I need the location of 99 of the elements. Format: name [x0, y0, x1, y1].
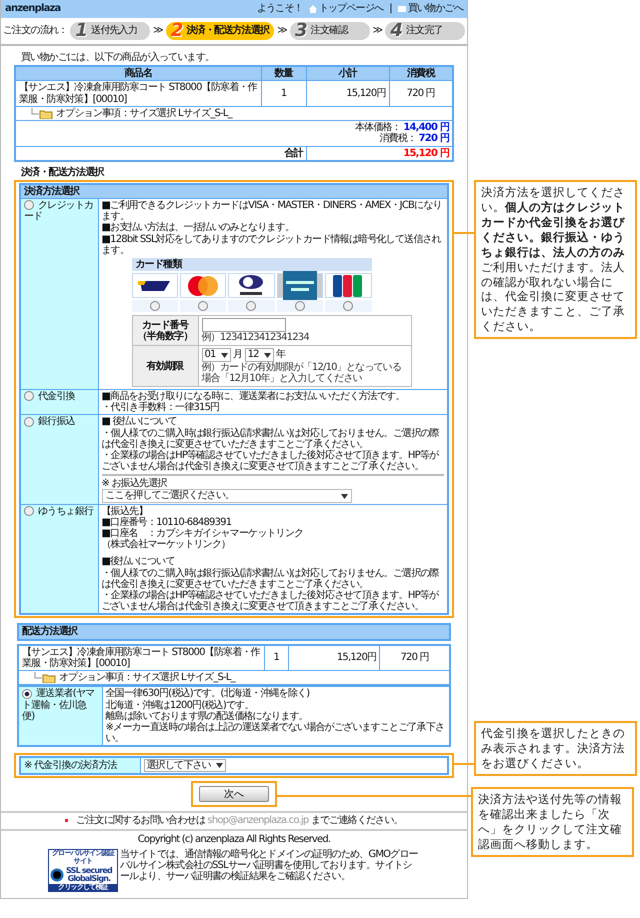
product-name-cell: 【サンエス】冷凍倉庫用防寒コート ST8000【防寒着・作業服・防寒対策】[00010]: [15, 80, 261, 106]
shipping-header: 配送方法選択: [17, 623, 451, 641]
column-header: 商品名: [15, 66, 261, 81]
transfer-select[interactable]: ここを押してご選択ください。: [102, 489, 352, 503]
tree-folder-icon: [31, 108, 53, 119]
quantity-cell: 1: [264, 644, 289, 670]
shipping-info-text: ※メーカー直送時の場合は上記の運送業者でない場合がございますことご了承下さい。: [106, 722, 446, 744]
cod-method-label: ※ 代金引換の決済方法: [20, 757, 140, 774]
tree-folder-icon: [34, 672, 56, 683]
step-separator: ≫: [277, 25, 287, 37]
caret-icon: [220, 352, 228, 358]
payment-info-text: （株式会社マーケットリンク）: [102, 539, 232, 550]
subtotal-cell: 15,120円: [306, 80, 390, 106]
order-flow-label: ご注文の流れ：: [3, 25, 68, 37]
tax-cell: 720 円: [389, 80, 453, 106]
next-button[interactable]: 次へ: [199, 786, 269, 802]
card-radio[interactable]: [246, 301, 256, 312]
product-name-cell: 【サンエス】冷凍倉庫用防寒コート ST8000【防寒着・作業服・防寒対策】[00010]: [18, 644, 264, 670]
total-label: 消費税：: [379, 133, 416, 144]
cod-method-select[interactable]: 選択して下さい: [144, 759, 226, 772]
step-separator: ≫: [372, 25, 382, 37]
card-logo-icon: [282, 270, 317, 301]
column-header: 数量: [261, 66, 306, 81]
card-type-header: カード種類: [132, 258, 372, 272]
total-label: 本体価格：: [354, 122, 401, 134]
card-logo-icon: [186, 274, 220, 297]
month-unit: 月: [233, 349, 242, 360]
link-divider: |: [389, 3, 392, 15]
ssl-text: 当サイトでは、通信情報の暗号化とドメインの証明のため、GMOグローバルサイン株式会社のSSLサーバ証明書を使用しております。サイトシールより、サーバ証明書の検証結果をご確認ください。: [120, 848, 419, 884]
payment-info-text: ■口座番号：10110-68489391: [102, 516, 232, 528]
column-header: 小計: [306, 66, 390, 81]
carrier-option[interactable]: 運送業者(ヤマト運輸・佐川急便): [18, 686, 102, 746]
card-logo-icon: [332, 274, 364, 297]
welcome-text: ようこそ！: [256, 3, 303, 15]
payment-info-text: ・企業様の場合はHP等確認させていただきました後対応させて頂きます。HP等がございません場合は代金引き換えに変更させて頂きますことご了承ください。: [102, 450, 440, 472]
transfer-select-label: ※ お振込先選択: [102, 478, 168, 490]
payment-info-text: 【振込先】: [102, 506, 149, 517]
card-number-label: カード番号（半角数字）: [132, 316, 198, 346]
year-unit: 年: [276, 349, 286, 360]
cart-intro: 買い物かごには、以下の商品が入っています。: [21, 52, 216, 64]
card-logo-icon: [138, 278, 172, 293]
caret-icon: [340, 494, 348, 499]
payment-header: 決済方法選択: [20, 184, 448, 199]
payment-info-text: ■128bit SSL対応をしてありますのでクレジットカード情報は暗号化して送信されます。: [102, 234, 442, 256]
payment-info-text: ・個人様でのご購入時は銀行振込(請求書払い)は対応しておりません。ご選択の際は代金引き換えに変更させていただきますことご了承ください。: [102, 428, 440, 450]
payment-option[interactable]: 代金引換: [20, 389, 98, 415]
subtotal-cell: 15,120円: [288, 644, 380, 670]
shipping-info-text: 離島は除いております県の配送価格になります。: [106, 710, 309, 722]
payment-info-text: ■ご利用できるクレジットカードはVISA・MASTER・DINERS・AMEX・JCBになります。: [102, 200, 443, 222]
eye-icon: [50, 868, 64, 882]
shipping-info-text: 全国一律630円(税込)です。(北海道・沖縄を除く): [106, 688, 310, 700]
expiry-hint: 例）カードの有効期限が「12/10」となっている場合「12月10年」と入力してください: [202, 362, 402, 384]
month-select[interactable]: 01: [202, 348, 231, 362]
grand-total-value: 15,120 円: [306, 146, 453, 161]
payment-info-text: ■ 後払いについて: [102, 416, 178, 428]
column-header: 消費税: [389, 66, 453, 81]
callout-note: 代金引換を選択したときのみ表示されます。決済方法をお選びください。: [474, 721, 637, 776]
year-select[interactable]: 12: [244, 348, 274, 362]
payment-info-text: ・企業様の場合はHP等確認させていただきました後対応させて頂きます。HP等がございません場合は代金引き換えに変更させて頂きますことご了承ください。: [102, 590, 440, 612]
card-radio[interactable]: [150, 301, 160, 312]
caret-icon: [264, 352, 271, 358]
payment-info-text: ・個人様でのご購入時は銀行振込(請求書払い)は対応しておりません。ご選択の際は代金引き換えに変更させていただきますことご了承ください。: [102, 568, 440, 590]
tax-cell: 720 円: [380, 644, 450, 670]
order-step: 4 注文完了: [385, 22, 465, 40]
order-step: 3 注文確認: [290, 22, 370, 40]
top-page-link[interactable]: トップページへ: [308, 3, 384, 15]
payment-info-text: ・代引き手数料：一律315円: [102, 402, 220, 414]
total-value: 14,400 円: [403, 122, 449, 134]
grand-total-label: 合計: [15, 146, 306, 161]
order-step: 1 送付先入力: [70, 22, 150, 40]
option-text: オプション事項：サイズ選択 Lサイズ_S-L_: [56, 108, 232, 119]
card-number-field[interactable]: [202, 318, 286, 332]
section-title: 決済・配送方法選択: [21, 166, 106, 178]
callout-note: 決済方法や送付先等の情報を確認出来ましたら「次へ」をクリックして注文確認画面へ移動します。: [471, 787, 634, 858]
shipping-info-text: 北海道・沖縄は1200円(税込)です。: [106, 700, 255, 711]
card-radio[interactable]: [343, 301, 354, 312]
quantity-cell: 1: [261, 80, 306, 106]
card-number-hint: 例）1234123412341234: [202, 332, 310, 344]
payment-info-text: ■後払いについて: [102, 556, 176, 568]
total-value: 720 円: [418, 133, 449, 144]
payment-option[interactable]: ゆうちょ銀行: [20, 504, 98, 614]
copyright-text: Copyright (c) anzenplaza All Rights Reserved.: [136, 834, 332, 845]
payment-info-text: ■商品をお受け取りになる時に、運送業者にお支払いいただく方法です。: [102, 390, 406, 402]
contact-text: ご注文に関するお問い合わせは shop@anzenplaza.co.jp までご連絡ください。: [65, 815, 403, 826]
cart-link[interactable]: 買い物かごへ: [398, 3, 463, 15]
caret-icon: [216, 763, 223, 768]
order-step: 2 決済・配送方法選択: [166, 22, 274, 40]
step-separator: ≫: [153, 25, 163, 37]
payment-option[interactable]: クレジットカード: [20, 198, 98, 390]
expiry-label: 有効期限: [132, 346, 198, 386]
payment-info-text: ■お支払い方法は、一括払いのみとなります。: [102, 222, 296, 234]
option-text: オプション事項：サイズ選択 Lサイズ_S-L_: [59, 672, 235, 684]
card-radio[interactable]: [294, 301, 305, 312]
home-icon: [308, 5, 317, 13]
site-name: anzenplaza: [5, 3, 60, 15]
payment-info-text: ■口座名 ：カブシキガイシャマーケットリンク: [102, 528, 304, 540]
callout-note: 決済方法を選択してください。個人の方はクレジットカードか代金引換をお選びください。銀行振込・ゆうちょ銀行は、法人の方のみご利用いただけます。法人の確認が取れない場合には、代金引換に変更させていただきますこと、ご了承ください。: [474, 180, 637, 340]
card-radio[interactable]: [198, 301, 208, 312]
payment-option[interactable]: 銀行振込: [20, 414, 98, 504]
